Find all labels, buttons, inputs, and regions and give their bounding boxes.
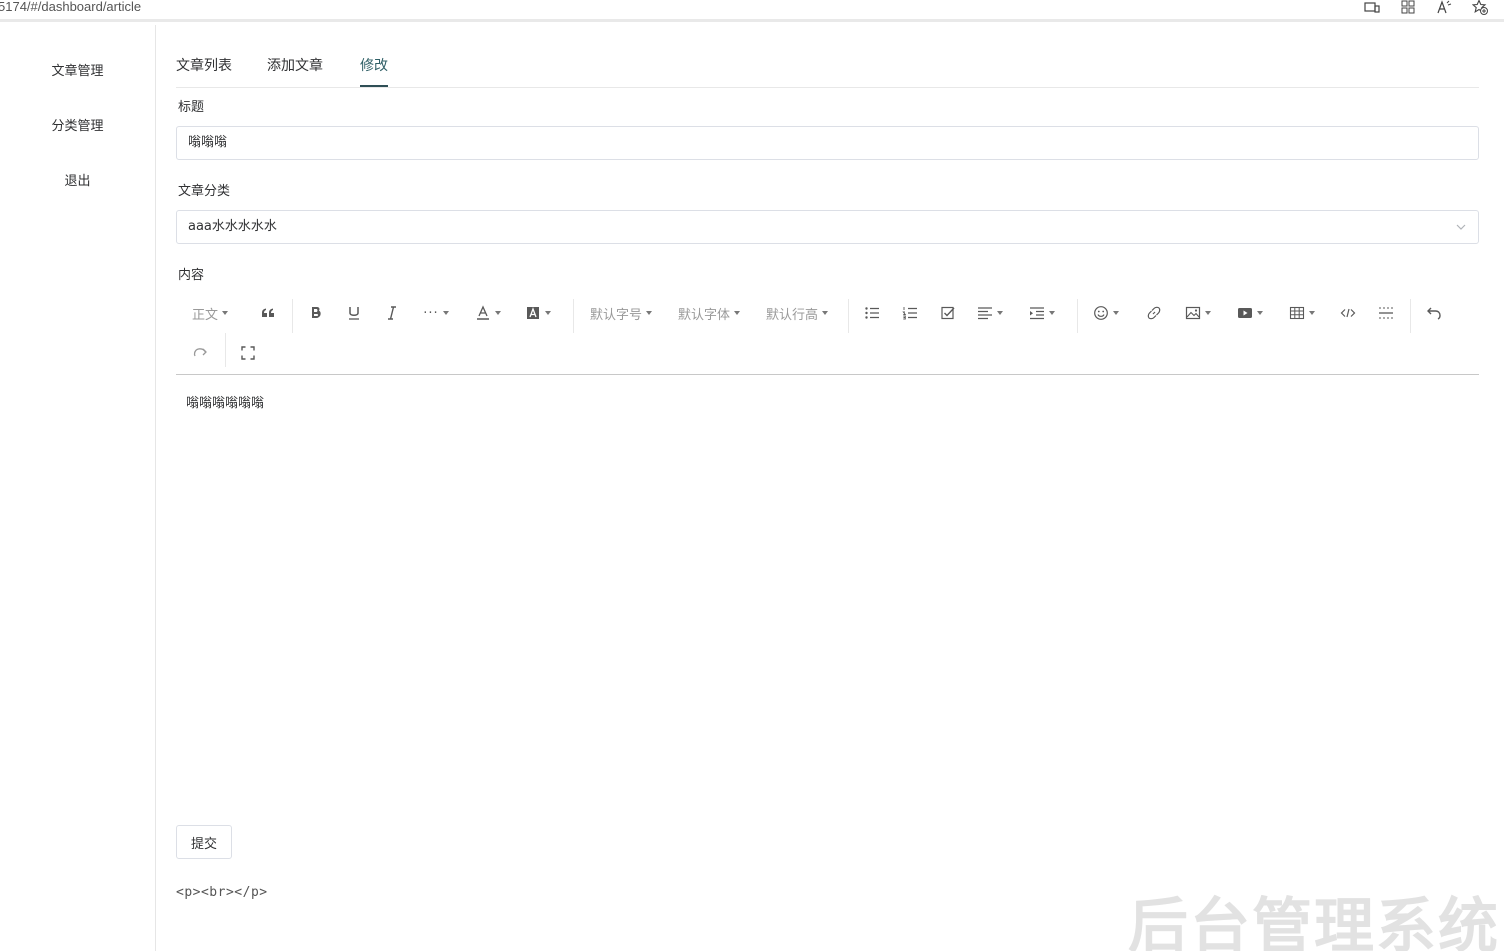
image-icon[interactable] (1182, 295, 1214, 331)
redo-icon[interactable] (188, 335, 212, 371)
browser-icons (1354, 0, 1498, 16)
align-icon[interactable] (974, 295, 1006, 331)
submit-button[interactable]: 提交 (176, 825, 232, 859)
chevron-down-icon (1456, 224, 1466, 230)
font-size-dropdown[interactable]: 默认字号 (588, 295, 654, 331)
category-selected-value: aaa水水水水水 (188, 219, 277, 234)
undo-icon[interactable] (1422, 295, 1446, 331)
indent-icon[interactable] (1026, 295, 1058, 331)
title-input[interactable]: 嗡嗡嗡 (176, 126, 1479, 160)
code-icon[interactable] (1336, 295, 1360, 331)
background-color-icon[interactable] (522, 295, 554, 331)
sidebar-item-article-management[interactable]: 文章管理 (0, 62, 155, 82)
bulleted-list-icon[interactable] (860, 295, 884, 331)
watermark-text: 后台管理系统 (1128, 892, 1500, 951)
font-family-label: 默认字体 (677, 307, 730, 323)
link-icon[interactable] (1142, 295, 1166, 331)
url-text[interactable]: 5174/#/dashboard/article (0, 0, 141, 14)
favorite-add-icon[interactable] (1462, 0, 1498, 16)
active-tab-indicator (360, 85, 388, 87)
content-label: 内容 (178, 268, 205, 283)
category-select[interactable]: aaa水水水水水 (176, 210, 1479, 244)
numbered-list-icon[interactable] (898, 295, 922, 331)
sidebar-item-logout[interactable]: 退出 (0, 172, 155, 192)
toolbar-row-2 (176, 333, 1479, 371)
read-aloud-icon[interactable] (1426, 0, 1462, 16)
tab-edit[interactable]: 修改 (360, 55, 388, 87)
title-label: 标题 (178, 100, 205, 115)
tab-add-article[interactable]: 添加文章 (267, 55, 323, 87)
font-size-label: 默认字号 (589, 307, 642, 323)
video-icon[interactable] (1234, 295, 1266, 331)
editor-toolbar: 正文 ··· 默认字号 默认字体 默认行高 (176, 293, 1479, 375)
editor-paragraph[interactable]: 嗡嗡嗡嗡嗡嗡 (186, 392, 264, 411)
main-content: 文章列表 添加文章 修改 标题 嗡嗡嗡 文章分类 aaa水水水水水 内容 正文 (176, 25, 1479, 951)
bold-icon[interactable] (304, 295, 328, 331)
paragraph-style-label: 正文 (191, 307, 218, 323)
line-height-label: 默认行高 (765, 307, 818, 323)
todo-checkbox-icon[interactable] (936, 295, 960, 331)
device-icon[interactable] (1354, 0, 1390, 16)
divider-line-icon[interactable] (1374, 295, 1398, 331)
tab-article-list[interactable]: 文章列表 (176, 55, 232, 87)
tabs: 文章列表 添加文章 修改 (176, 51, 1479, 88)
table-icon[interactable] (1286, 295, 1318, 331)
sidebar-item-category-management[interactable]: 分类管理 (0, 117, 155, 137)
quote-icon[interactable] (256, 295, 280, 331)
line-height-dropdown[interactable]: 默认行高 (764, 295, 830, 331)
html-output-text: <p><br></p> (176, 885, 268, 900)
toolbar-row-1: 正文 ··· 默认字号 默认字体 默认行高 (176, 295, 1479, 333)
editor-content-area[interactable]: 嗡嗡嗡嗡嗡嗡 (176, 376, 1479, 806)
emoji-icon[interactable] (1090, 295, 1122, 331)
underline-icon[interactable] (342, 295, 366, 331)
category-label: 文章分类 (178, 184, 231, 199)
paragraph-style-dropdown[interactable]: 正文 (186, 295, 234, 331)
sidebar: 文章管理 分类管理 退出 (0, 25, 156, 951)
font-family-dropdown[interactable]: 默认字体 (676, 295, 742, 331)
fullscreen-icon[interactable] (236, 335, 260, 371)
browser-address-bar: 5174/#/dashboard/article (0, 0, 1504, 22)
font-color-icon[interactable] (472, 295, 504, 331)
more-icon[interactable]: ··· (420, 295, 452, 331)
italic-icon[interactable] (380, 295, 404, 331)
apps-icon[interactable] (1390, 0, 1426, 16)
